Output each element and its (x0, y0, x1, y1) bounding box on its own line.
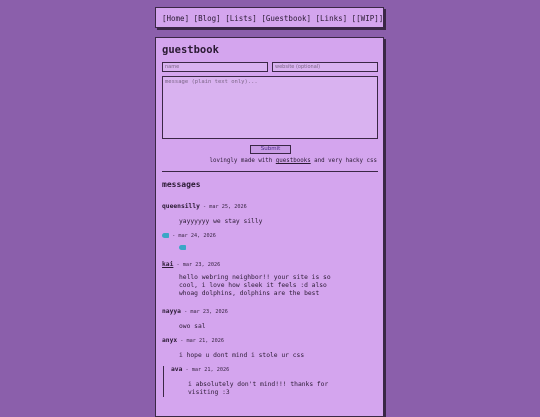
list-item: - mar 24, 2026 (162, 232, 378, 252)
list-item: anyx - mar 21, 2026 i hope u dont mind i… (162, 337, 378, 360)
list-item: nayya - mar 23, 2026 owo sal (162, 308, 378, 331)
entry-author: queensilly (162, 203, 200, 210)
nav-lists-link[interactable]: [Lists] (225, 14, 257, 23)
divider (162, 171, 378, 172)
message-textarea[interactable]: message (plain text only)... (162, 76, 378, 139)
reply-item: ava - mar 21, 2026 i absolutely don't mi… (163, 366, 379, 397)
entry-date: mar 24, 2026 (178, 233, 216, 239)
credit-line: lovingly made with guestbooks and very h… (209, 157, 377, 165)
entry-body: owo sal (179, 323, 206, 330)
entry-body: yayyyyyy we stay silly (179, 218, 263, 225)
website-field[interactable]: website (optional) (272, 62, 378, 72)
entry-date: mar 23, 2026 (190, 309, 228, 315)
nav-home-link[interactable]: [Home] (162, 14, 189, 23)
submit-button[interactable]: Submit (250, 145, 291, 154)
name-field[interactable]: name (162, 62, 268, 72)
fish-emoji-icon (162, 232, 169, 238)
credit-prefix: lovingly made with (209, 158, 276, 164)
entry-date: mar 23, 2026 (182, 262, 221, 268)
messages-heading: messages (162, 180, 201, 189)
page-title: guestbook (162, 44, 219, 56)
entry-date: mar 25, 2026 (209, 204, 247, 210)
nav-links-link[interactable]: [Links] (316, 14, 348, 23)
entry-author: anyx (162, 337, 178, 344)
entry-body: i absolutely don't mind!!! thanks for vi… (188, 381, 329, 396)
nav-blog-link[interactable]: [Blog] (194, 14, 221, 23)
entry-author-link[interactable]: kai (162, 261, 173, 268)
entry-date: mar 21, 2026 (191, 367, 230, 373)
input-row: name website (optional) (162, 62, 378, 72)
top-nav: [Home] [Blog] [Lists] [Guestbook] [Links… (155, 7, 384, 28)
guestbooks-link[interactable]: guestbooks (276, 158, 311, 164)
guestbook-panel: guestbook name website (optional) messag… (155, 37, 384, 417)
fish-emoji-icon (179, 244, 186, 250)
entry-body: i hope u dont mind i stole ur css (179, 352, 305, 359)
entry-body: hello webring neighbor!! your site is so… (179, 274, 331, 297)
list-item: queensilly - mar 25, 2026 yayyyyyy we st… (162, 203, 378, 226)
entry-date: mar 21, 2026 (186, 338, 225, 344)
nav-wip-link[interactable]: [[WIP]] (352, 14, 384, 23)
list-item: kai - mar 23, 2026 hello webring neighbo… (162, 261, 378, 298)
nav-guestbook-link[interactable]: [Guestbook] (261, 14, 311, 23)
entry-author: nayya (162, 308, 181, 315)
entry-author: ava (171, 366, 183, 373)
credit-suffix: and very hacky css (310, 158, 377, 164)
